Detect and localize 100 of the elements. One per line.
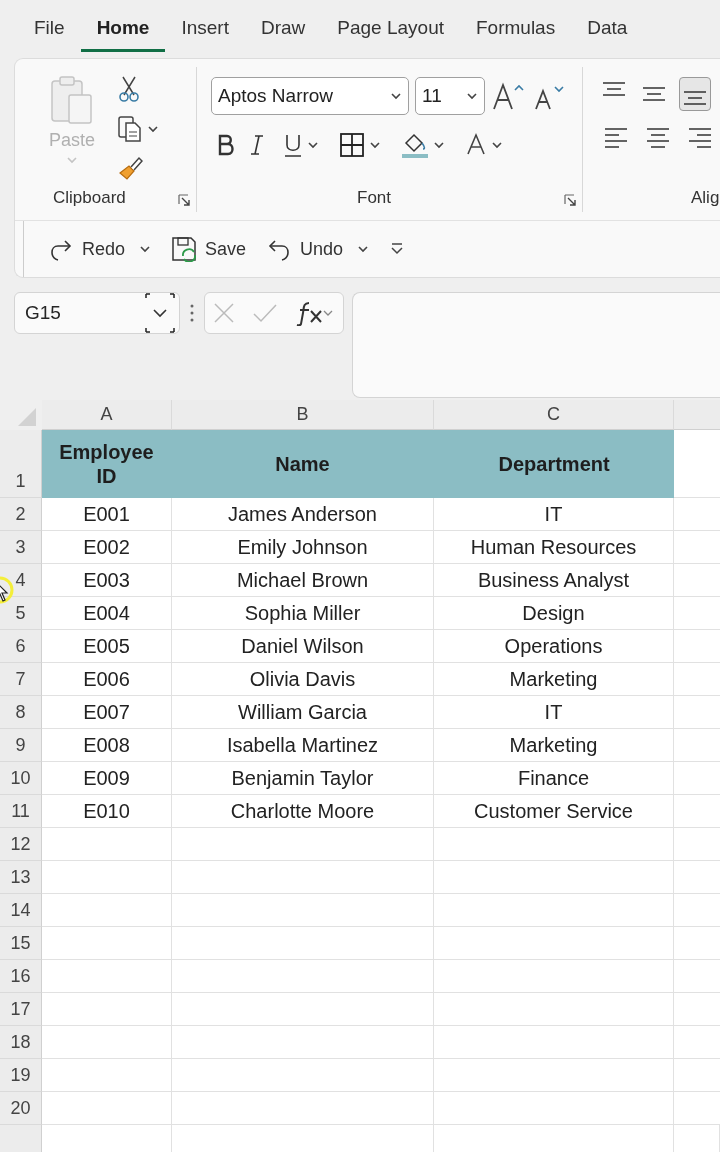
caret-icon bbox=[147, 123, 160, 135]
row-header[interactable]: 14 bbox=[0, 894, 42, 927]
ribbon-tab[interactable]: Home bbox=[80, 5, 166, 53]
paintbrush-icon bbox=[117, 155, 144, 181]
table-cell: Human Resources bbox=[434, 531, 674, 564]
underline-icon bbox=[283, 132, 303, 158]
font-size-dropdown[interactable]: 11 bbox=[415, 77, 485, 115]
column-heading: Employee ID bbox=[42, 430, 172, 498]
clipboard-icon bbox=[49, 75, 95, 127]
row-header[interactable]: 17 bbox=[0, 993, 42, 1026]
table-cell: Business Analyst bbox=[434, 564, 674, 597]
column-header[interactable]: A bbox=[42, 400, 172, 430]
ribbon-tab[interactable]: Page Layout bbox=[321, 5, 460, 53]
column-heading: Department bbox=[434, 430, 674, 498]
formula-input[interactable] bbox=[352, 292, 720, 398]
table-cell: E004 bbox=[42, 597, 172, 630]
table-cell: E006 bbox=[42, 663, 172, 696]
table-cell: Finance bbox=[434, 762, 674, 795]
ribbon-tab[interactable]: Formulas bbox=[460, 5, 572, 53]
table-cell: Design bbox=[434, 597, 674, 630]
table-cell: Marketing bbox=[434, 663, 674, 696]
row-header[interactable]: 20 bbox=[0, 1092, 42, 1125]
table-cell: E008 bbox=[42, 729, 172, 762]
align-center-icon[interactable] bbox=[645, 125, 671, 151]
table-cell: E007 bbox=[42, 696, 172, 729]
paint-bucket-icon bbox=[401, 131, 429, 159]
table-cell: E005 bbox=[42, 630, 172, 663]
table-cell: Isabella Martinez bbox=[172, 729, 434, 762]
table-cell: James Anderson bbox=[172, 498, 434, 531]
row-header[interactable]: 8 bbox=[0, 696, 42, 729]
table-cell: Olivia Davis bbox=[172, 663, 434, 696]
column-header[interactable]: B bbox=[172, 400, 434, 430]
table-cell: E002 bbox=[42, 531, 172, 564]
borders-icon bbox=[339, 132, 365, 158]
column-heading: Name bbox=[172, 430, 434, 498]
caret-icon bbox=[433, 139, 445, 151]
table-cell: Operations bbox=[434, 630, 674, 663]
group-label: Font bbox=[357, 186, 392, 209]
table-cell: E003 bbox=[42, 564, 172, 597]
ribbon-tab[interactable]: Data bbox=[571, 5, 644, 53]
cancel-icon bbox=[213, 302, 236, 324]
grow-font-icon[interactable] bbox=[491, 81, 525, 111]
row-header[interactable]: 3 bbox=[0, 531, 42, 564]
row-header[interactable]: 6 bbox=[0, 630, 42, 663]
table-cell: Sophia Miller bbox=[172, 597, 434, 630]
row-header[interactable]: 18 bbox=[0, 1026, 42, 1059]
copy-icon bbox=[117, 115, 144, 143]
ribbon-tab[interactable]: Draw bbox=[244, 5, 322, 53]
row-header[interactable]: 4 bbox=[0, 564, 42, 597]
row-header[interactable]: 5 bbox=[0, 597, 42, 630]
align-left-icon[interactable] bbox=[603, 125, 629, 151]
align-bottom-icon bbox=[683, 91, 707, 105]
row-header[interactable]: 2 bbox=[0, 498, 42, 531]
table-cell: Benjamin Taylor bbox=[172, 762, 434, 795]
ribbon-tab[interactable]: Insert bbox=[165, 5, 245, 53]
table-cell: E009 bbox=[42, 762, 172, 795]
dialog-launcher-icon[interactable] bbox=[564, 194, 576, 206]
row-header[interactable]: 19 bbox=[0, 1059, 42, 1092]
row-header[interactable]: 13 bbox=[0, 861, 42, 894]
caret-icon bbox=[66, 154, 78, 166]
row-header[interactable]: 11 bbox=[0, 795, 42, 828]
redo-button[interactable]: Redo bbox=[48, 235, 152, 263]
caret-icon bbox=[466, 90, 478, 102]
caret-icon bbox=[369, 139, 381, 151]
check-icon bbox=[252, 302, 278, 324]
column-header[interactable]: C bbox=[434, 400, 674, 430]
caret-icon bbox=[390, 90, 402, 102]
scissors-icon bbox=[117, 75, 142, 103]
dialog-launcher-icon[interactable] bbox=[178, 194, 190, 206]
row-header[interactable]: 12 bbox=[0, 828, 42, 861]
row-header[interactable]: 15 bbox=[0, 927, 42, 960]
align-right-icon[interactable] bbox=[687, 125, 713, 151]
row-header[interactable]: 9 bbox=[0, 729, 42, 762]
ribbon-tab[interactable]: File bbox=[18, 5, 81, 53]
row-header[interactable]: 16 bbox=[0, 960, 42, 993]
undo-button[interactable]: Undo bbox=[266, 235, 370, 263]
table-cell: IT bbox=[434, 696, 674, 729]
table-cell: IT bbox=[434, 498, 674, 531]
caret-icon[interactable] bbox=[145, 293, 175, 333]
save-icon bbox=[171, 236, 198, 262]
function-icon[interactable] bbox=[294, 300, 335, 326]
customize-toolbar-icon[interactable] bbox=[389, 241, 406, 257]
row-header[interactable]: 10 bbox=[0, 762, 42, 795]
group-label: Clipboard bbox=[53, 186, 126, 209]
row-header[interactable]: 1 bbox=[0, 430, 42, 498]
table-cell: Customer Service bbox=[434, 795, 674, 828]
group-label: Alig bbox=[691, 186, 720, 209]
caret-icon bbox=[307, 139, 319, 151]
align-middle-icon bbox=[642, 87, 666, 101]
font-name-dropdown[interactable]: Aptos Narrow bbox=[211, 77, 409, 115]
caret-icon bbox=[491, 139, 503, 151]
table-cell: Emily Johnson bbox=[172, 531, 434, 564]
name-box[interactable]: G15 bbox=[14, 292, 180, 334]
align-bottom-button[interactable] bbox=[679, 77, 711, 111]
caret-icon bbox=[139, 243, 152, 255]
table-cell: Michael Brown bbox=[172, 564, 434, 597]
caret-icon bbox=[357, 243, 370, 255]
row-header[interactable]: 7 bbox=[0, 663, 42, 696]
save-button[interactable]: Save bbox=[171, 235, 247, 263]
align-top-icon bbox=[602, 82, 626, 96]
